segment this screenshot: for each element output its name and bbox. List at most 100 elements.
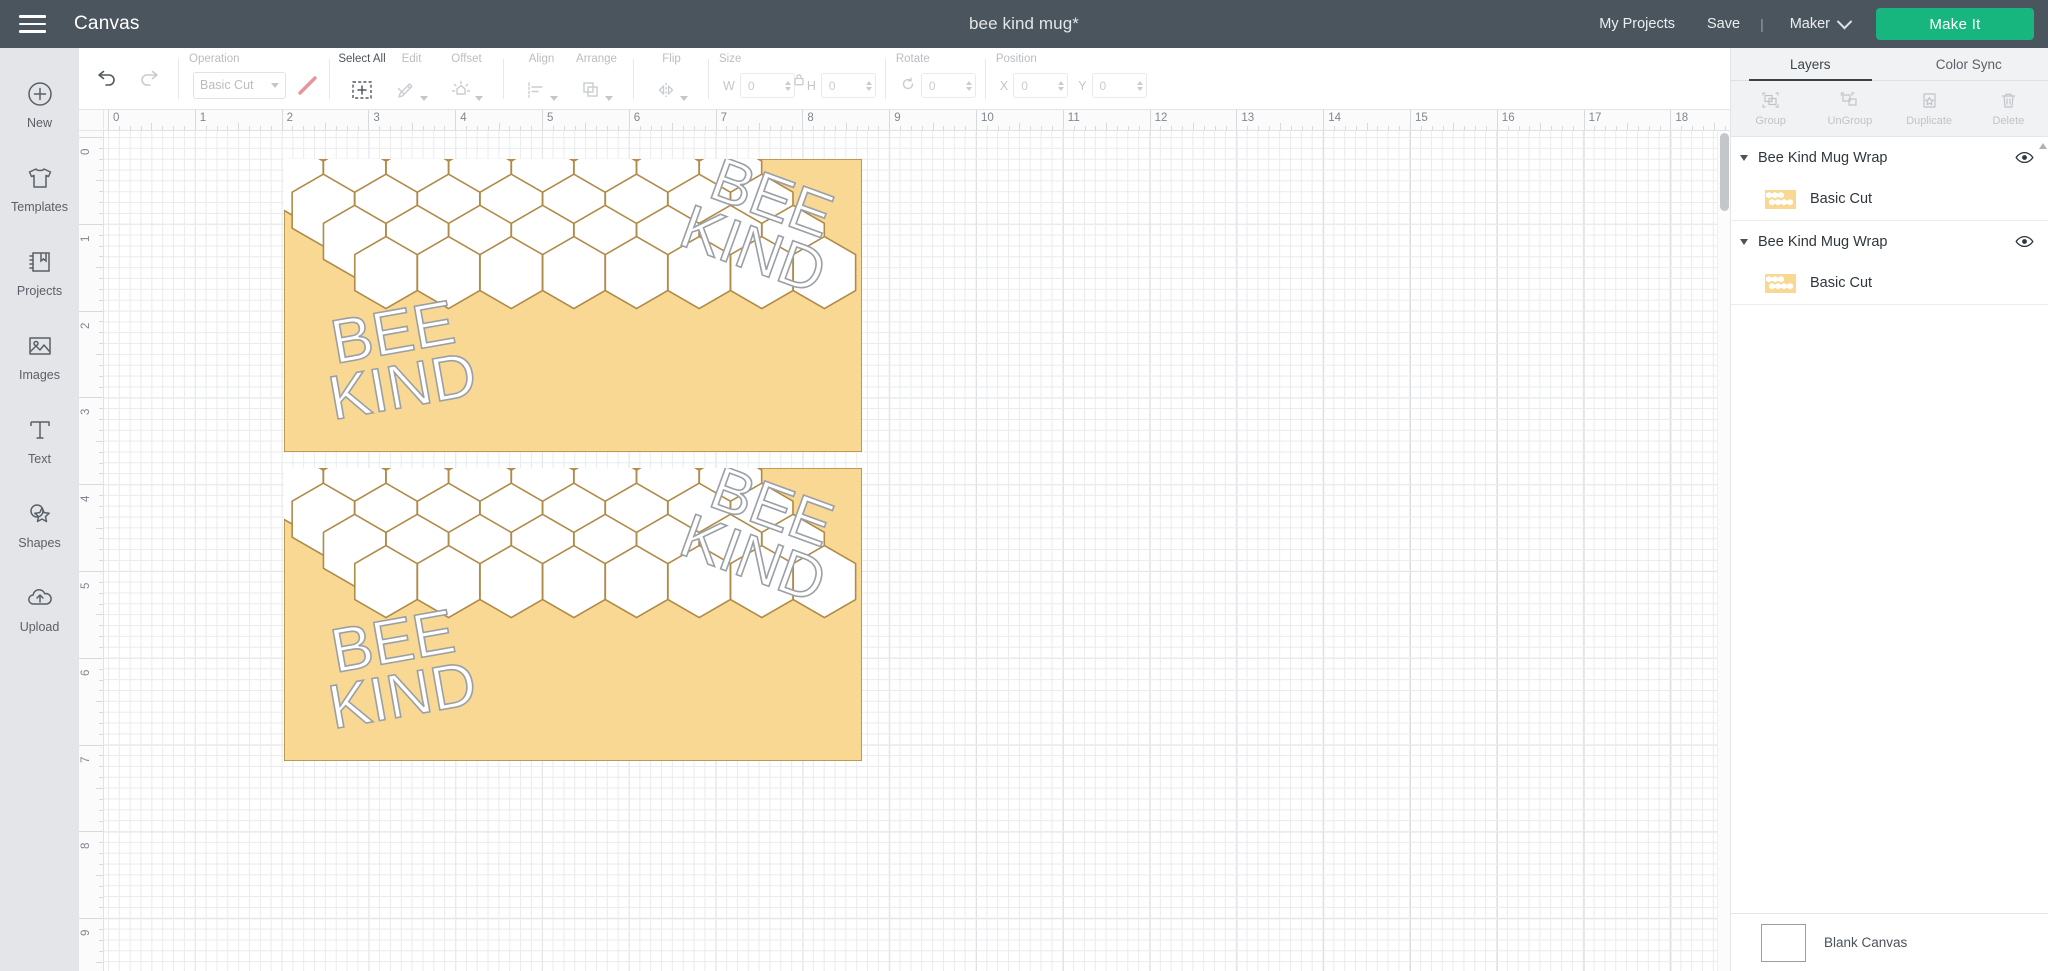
ruler-tick-label: 2 <box>80 322 92 328</box>
operation-value: Basic Cut <box>200 78 254 92</box>
duplicate-button[interactable]: Duplicate <box>1890 81 1969 136</box>
my-projects-link[interactable]: My Projects <box>1583 16 1691 32</box>
ruler-minor-tick <box>1182 126 1183 130</box>
ruler-minor-tick <box>1193 123 1194 130</box>
ruler-minor-tick <box>99 321 103 322</box>
ungroup-button[interactable]: UnGroup <box>1810 81 1889 136</box>
ruler-minor-tick <box>694 126 695 130</box>
size-group: Size W 0 H 0 <box>709 48 886 110</box>
layer-item[interactable]: Basic Cut <box>1731 178 2048 220</box>
size-width-field[interactable]: W 0 <box>723 73 795 98</box>
rotate-label: Rotate <box>896 53 930 65</box>
ruler-minor-tick <box>683 126 684 130</box>
layer-group: Bee Kind Mug Wrap <box>1731 137 2048 221</box>
design-canvas[interactable]: 0123456789101112131415161718 0123456789 … <box>79 110 1730 971</box>
align-button[interactable]: Align <box>514 48 569 110</box>
hamburger-menu-icon[interactable] <box>0 0 64 48</box>
rotate-field[interactable]: 0 <box>900 73 976 98</box>
ruler-minor-tick <box>1432 126 1433 130</box>
cloud-upload-icon <box>25 583 55 613</box>
ruler-minor-tick <box>99 278 103 279</box>
eye-icon[interactable] <box>2015 150 2034 165</box>
rotate-value: 0 <box>929 79 936 93</box>
width-stepper[interactable] <box>785 81 791 91</box>
y-stepper[interactable] <box>1137 81 1143 91</box>
y-axis-label: Y <box>1078 79 1086 93</box>
position-x-field[interactable]: X 0 <box>1000 73 1068 98</box>
ruler-minor-tick <box>781 126 782 130</box>
panel-tabs: Layers Color Sync <box>1731 48 2048 81</box>
position-group: Position X 0 Y 0 <box>986 48 1157 110</box>
sidebar-item-projects[interactable]: Projects <box>0 230 79 314</box>
tab-layers[interactable]: Layers <box>1731 48 1890 80</box>
size-height-field[interactable]: H 0 <box>807 73 876 98</box>
height-stepper[interactable] <box>866 81 872 91</box>
position-y-field[interactable]: Y 0 <box>1078 73 1146 98</box>
save-button[interactable]: Save <box>1691 16 1756 32</box>
ruler-minor-tick <box>1508 126 1509 130</box>
ruler-minor-tick <box>1345 126 1346 130</box>
undo-icon[interactable] <box>93 66 119 92</box>
sidebar-item-templates[interactable]: Templates <box>0 146 79 230</box>
edit-toolbar: Operation Basic Cut Select All E <box>79 48 1730 110</box>
ruler-minor-tick <box>227 126 228 130</box>
layers-scrollbar[interactable] <box>2038 137 2048 913</box>
sidebar-item-new[interactable]: New <box>0 62 79 146</box>
tab-color-sync[interactable]: Color Sync <box>1890 48 2048 80</box>
scrollbar-thumb[interactable] <box>1720 133 1729 211</box>
redo-icon[interactable] <box>137 66 163 92</box>
ruler-minor-tick <box>965 126 966 130</box>
arrange-button[interactable]: Arrange <box>569 48 624 110</box>
horizontal-ruler: 0123456789101112131415161718 <box>104 110 1730 131</box>
ruler-tick-label: 9 <box>894 112 900 124</box>
canvas-vertical-scrollbar[interactable] <box>1717 131 1730 971</box>
eye-icon[interactable] <box>2015 234 2034 249</box>
operation-color-swatch[interactable] <box>295 73 320 98</box>
blank-canvas-swatch[interactable] <box>1761 924 1806 962</box>
ruler-minor-tick <box>99 799 103 800</box>
ruler-minor-tick <box>99 549 103 550</box>
ruler-minor-tick <box>1226 126 1227 130</box>
ruler-minor-tick <box>1681 126 1682 130</box>
sidebar-item-shapes[interactable]: Shapes <box>0 482 79 566</box>
expand-triangle-icon[interactable] <box>1740 239 1748 245</box>
edit-button[interactable]: Edit <box>384 48 439 110</box>
machine-selector[interactable]: Maker <box>1768 16 1864 32</box>
offset-button[interactable]: Offset <box>439 48 494 110</box>
ruler-minor-tick <box>488 126 489 130</box>
delete-button[interactable]: Delete <box>1969 81 2048 136</box>
make-it-button[interactable]: Make It <box>1876 8 2034 40</box>
ruler-minor-tick <box>1215 126 1216 130</box>
ruler-minor-tick <box>99 506 103 507</box>
canvas-grid[interactable]: BEE KIND BEE KIND BEE KIND BEE KIND <box>104 131 1730 971</box>
ruler-minor-tick <box>119 126 120 130</box>
lock-icon[interactable] <box>792 72 807 87</box>
ruler-minor-tick <box>1106 123 1107 130</box>
plus-circle-icon <box>25 79 55 109</box>
flip-button[interactable]: Flip <box>644 48 699 110</box>
expand-triangle-icon[interactable] <box>1740 155 1748 161</box>
layer-group-header[interactable]: Bee Kind Mug Wrap <box>1731 221 2048 262</box>
ruler-minor-tick <box>99 680 103 681</box>
sidebar-item-images[interactable]: Images <box>0 314 79 398</box>
select-all-button[interactable]: Select All <box>340 48 384 110</box>
artwork-mug-wrap[interactable]: BEE KIND BEE KIND <box>284 159 862 452</box>
sidebar-item-text[interactable]: Text <box>0 398 79 482</box>
ruler-minor-tick <box>99 734 103 735</box>
machine-label: Maker <box>1790 16 1830 32</box>
rotate-stepper[interactable] <box>966 81 972 91</box>
ruler-major-tick <box>1670 110 1671 130</box>
layers-list[interactable]: Bee Kind Mug Wrap <box>1731 137 2048 913</box>
scroll-up-arrow-icon[interactable] <box>2039 143 2047 149</box>
ruler-minor-tick <box>1573 126 1574 130</box>
layer-group-header[interactable]: Bee Kind Mug Wrap <box>1731 137 2048 178</box>
sidebar-item-upload[interactable]: Upload <box>0 566 79 650</box>
operation-select[interactable]: Basic Cut <box>193 72 286 99</box>
artwork-mug-wrap[interactable]: BEE KIND BEE KIND <box>284 468 862 761</box>
x-stepper[interactable] <box>1058 81 1064 91</box>
layer-actions: Group UnGroup Duplicate D <box>1731 81 2048 137</box>
layer-item[interactable]: Basic Cut <box>1731 262 2048 304</box>
canvas-template-footer[interactable]: Blank Canvas <box>1731 913 2048 971</box>
ruler-minor-tick <box>99 636 103 637</box>
group-button[interactable]: Group <box>1731 81 1810 136</box>
